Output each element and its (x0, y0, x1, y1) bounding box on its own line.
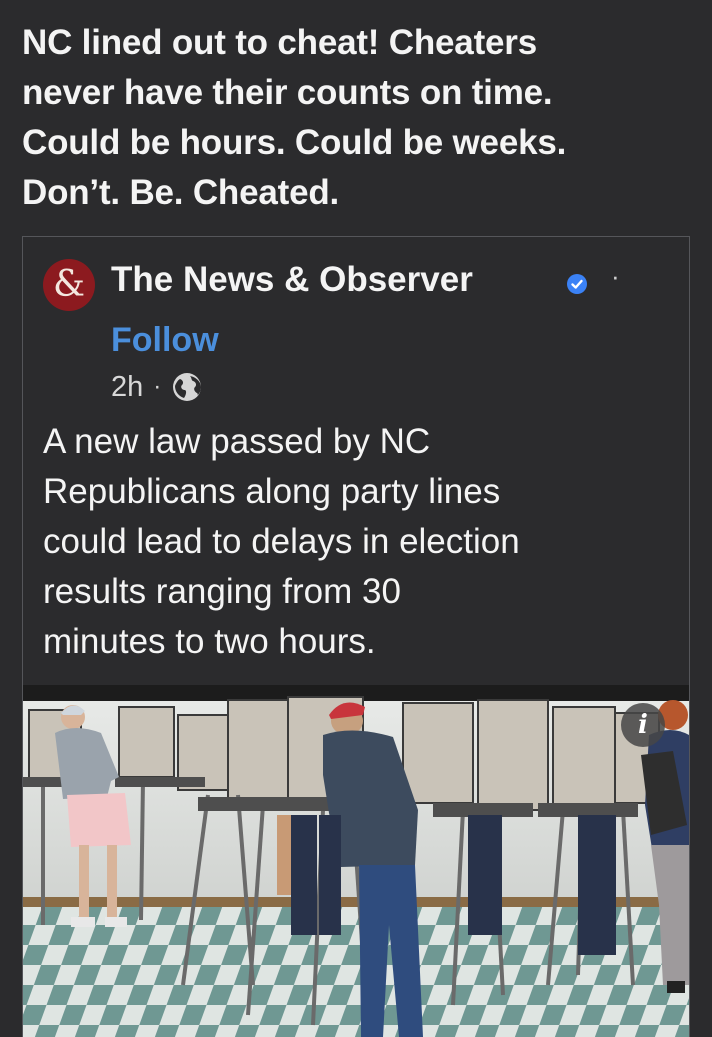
article-text-line: Republicans along party lines (43, 472, 501, 511)
post-time[interactable]: 2h (111, 371, 143, 404)
page-name[interactable]: The News & Observer (111, 257, 473, 303)
page-avatar[interactable]: & (43, 259, 95, 311)
header-separator: · (611, 261, 620, 291)
article-text-line: A new law passed by NC (43, 422, 431, 461)
post-meta: 2h · (111, 367, 203, 407)
article-text-line: results ranging from 30 (43, 572, 401, 611)
article-text: A new law passed by NC Republicans along… (43, 417, 683, 667)
post-text-line: NC lined out to cheat! Cheaters (22, 23, 537, 62)
post-text-line: never have their counts on time. (22, 73, 553, 112)
globe-icon (173, 373, 202, 401)
meta-separator: · (153, 373, 162, 400)
info-button[interactable]: i (621, 703, 665, 747)
voting-booths-photo (23, 685, 689, 1037)
post-text: NC lined out to cheat! Cheaters never ha… (22, 18, 692, 218)
article-photo[interactable]: i (23, 685, 689, 1037)
post-text-line: Don’t. Be. Cheated. (22, 173, 340, 212)
post-text-line: Could be hours. Could be weeks. (22, 123, 567, 162)
shared-post-card[interactable]: & The News & Observer · Follow 2h · A ne… (22, 236, 690, 1037)
article-text-line: minutes to two hours. (43, 622, 376, 661)
follow-button[interactable]: Follow (111, 317, 219, 363)
article-text-line: could lead to delays in election (43, 522, 520, 561)
verified-badge-icon (567, 274, 587, 294)
